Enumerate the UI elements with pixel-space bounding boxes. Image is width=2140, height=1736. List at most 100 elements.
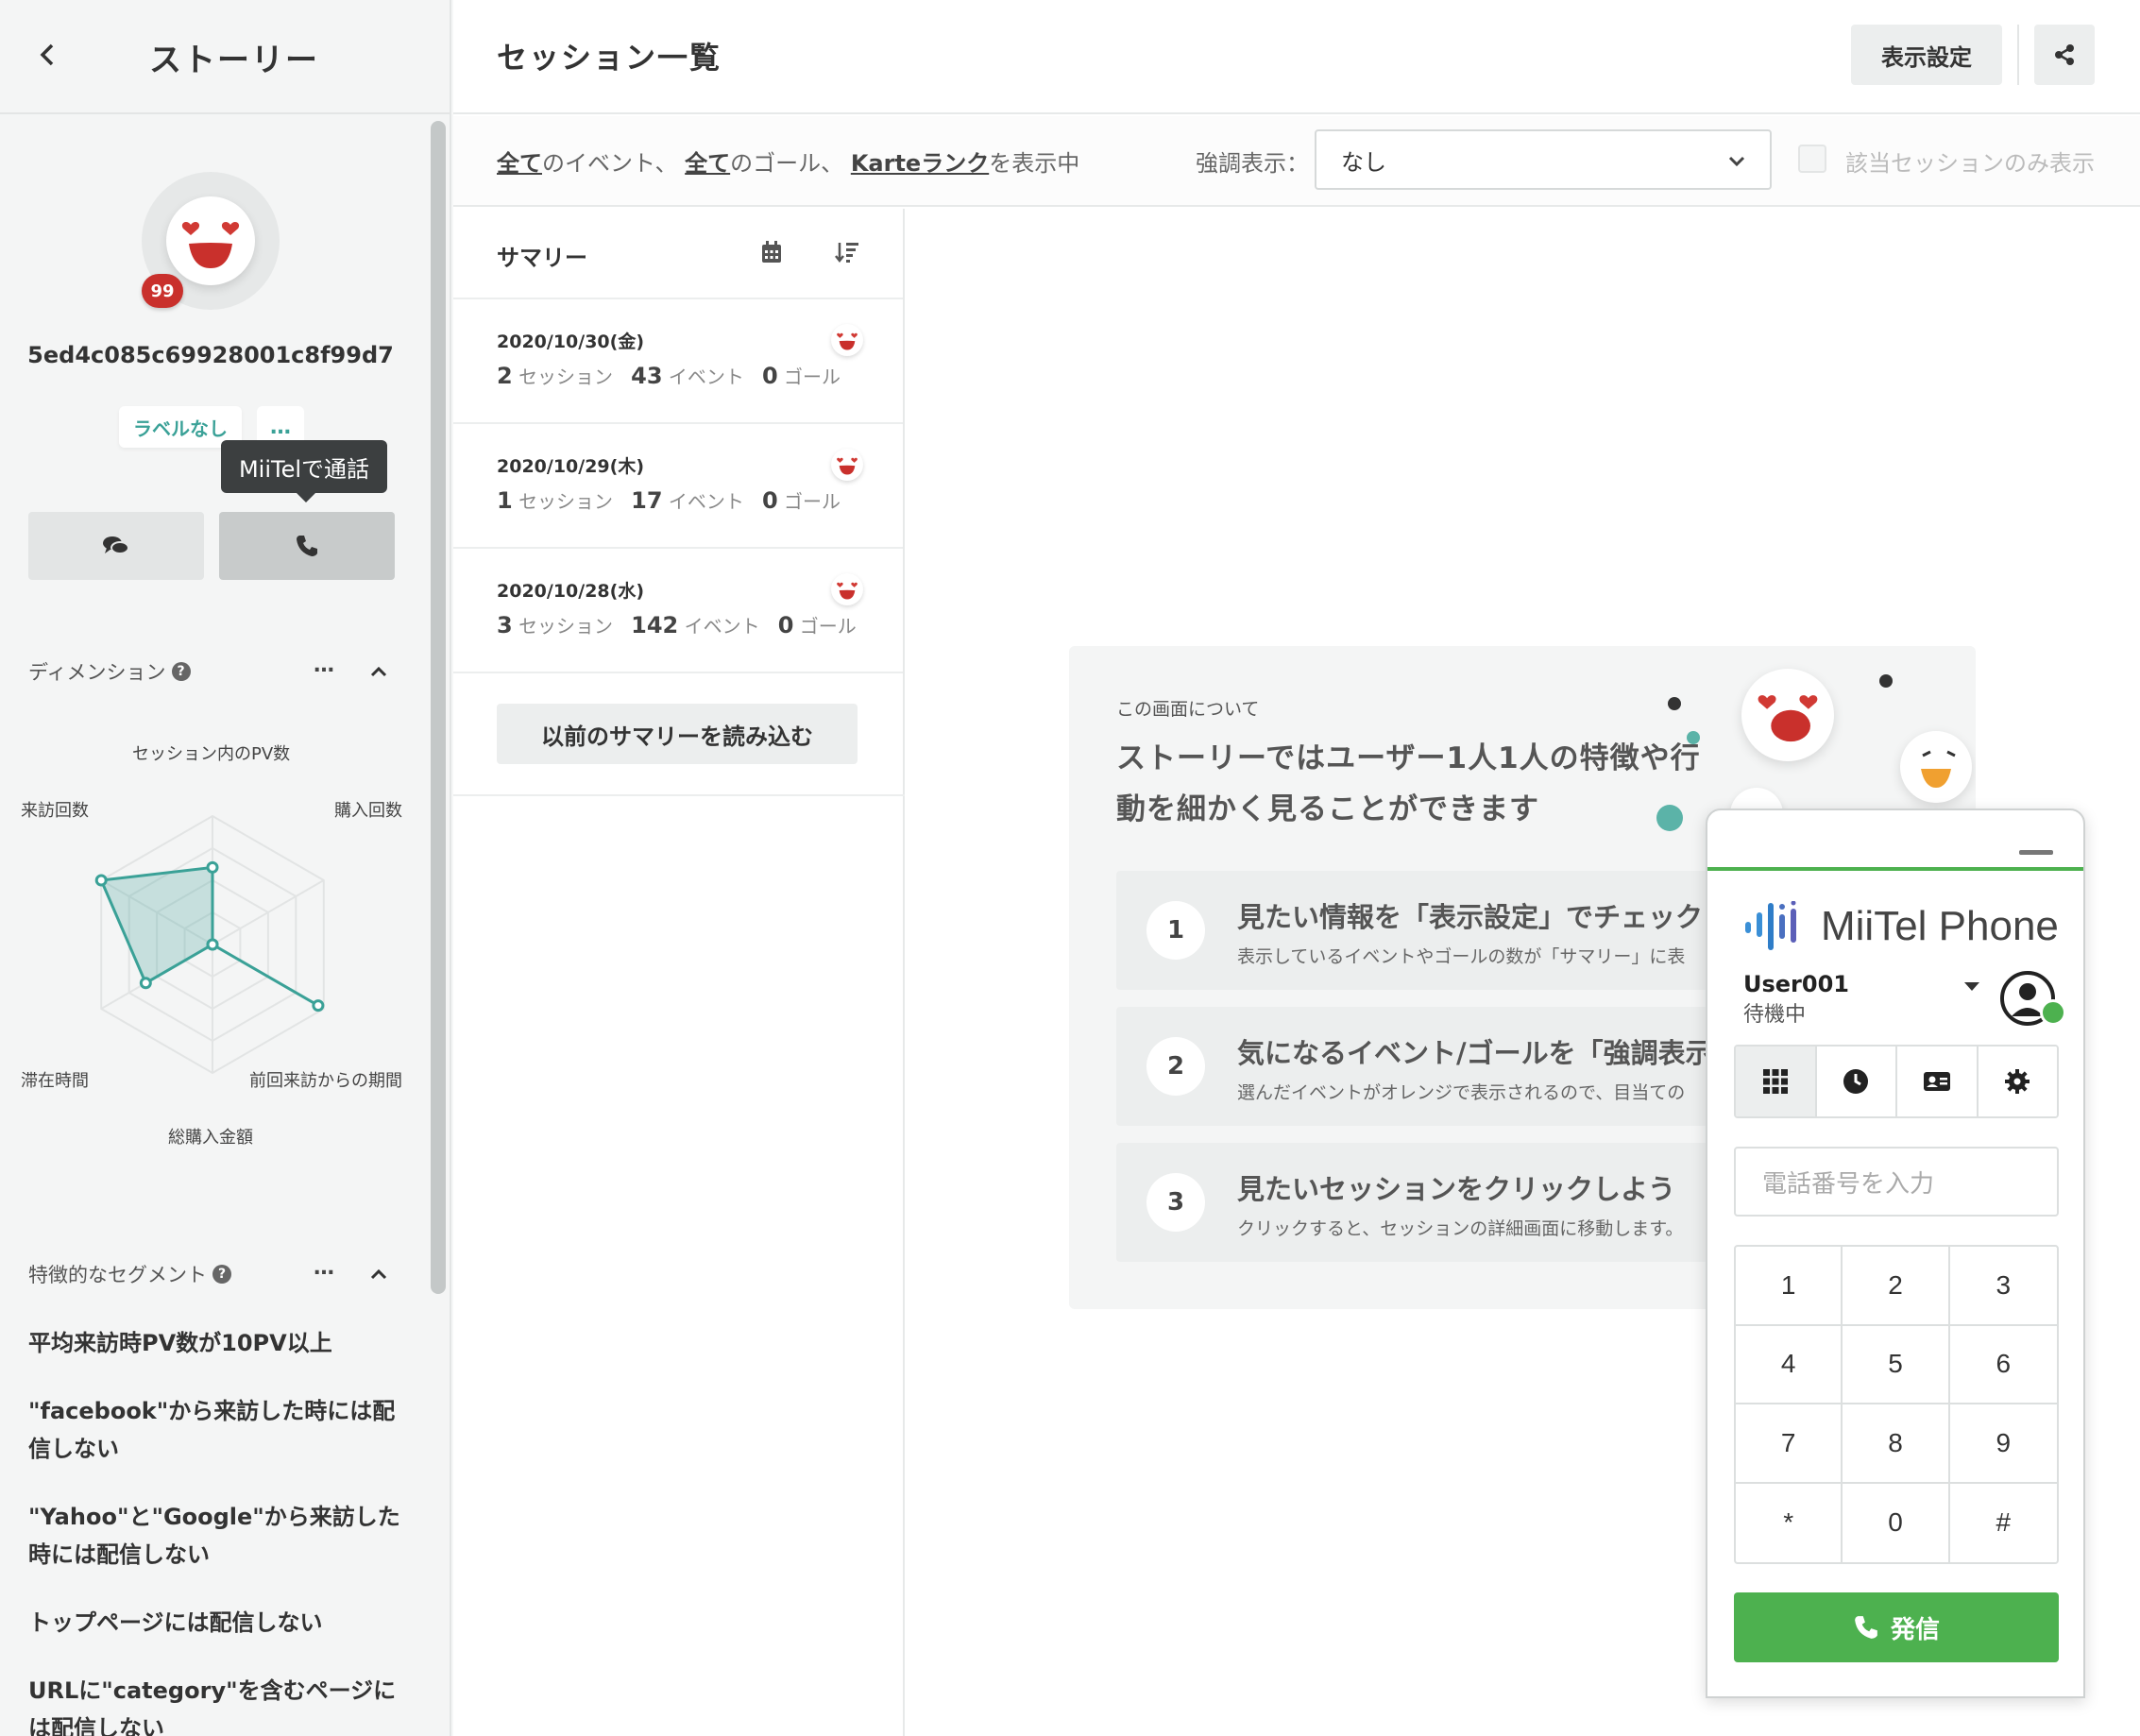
day-date: 2020/10/29(木) (497, 456, 645, 477)
key-9[interactable]: 9 (1949, 1404, 2057, 1484)
step-description: クリックすると、セッションの詳細画面に移動します。 (1237, 1218, 1684, 1239)
share-button[interactable] (2034, 25, 2095, 85)
minimize-button[interactable] (2019, 850, 2053, 855)
key-2[interactable]: 2 (1843, 1247, 1950, 1326)
load-previous-button[interactable]: 以前のサマリーを読み込む (497, 704, 858, 764)
dimension-menu-button[interactable]: … (314, 654, 334, 677)
story-sidebar: ストーリー 99 5ed4c085c69928001c8f99d7 ラベルなし … (0, 0, 451, 1736)
laughing-face-icon (1900, 731, 1972, 803)
back-button[interactable] (26, 34, 68, 76)
summary-day[interactable]: 2020/10/29(木) 1 セッション 17 イベント 0 ゴール (453, 424, 903, 549)
chat-button[interactable] (28, 512, 204, 580)
rank-filter-link[interactable]: Karteランク (851, 150, 989, 177)
heart-eyes-face-icon (831, 449, 863, 481)
segments-heading-text: 特徴的なセグメント (28, 1264, 207, 1286)
chevron-up-icon[interactable] (368, 661, 389, 682)
filter-text: のイベント、 (542, 150, 678, 177)
tab-history[interactable] (1816, 1047, 1897, 1116)
dial-keypad: 1 2 3 4 5 6 7 8 9 * 0 # (1734, 1245, 2059, 1564)
chevron-up-icon[interactable] (368, 1264, 389, 1285)
sidebar-scrollbar-thumb[interactable] (431, 121, 446, 1294)
day-stats: 3 セッション 142 イベント 0 ゴール (497, 612, 857, 638)
dial-call-label: 発信 (1890, 1615, 1940, 1644)
phone-number-input[interactable]: 電話番号を入力 (1734, 1147, 2059, 1217)
help-icon[interactable]: ? (171, 662, 191, 681)
key-0[interactable]: 0 (1843, 1483, 1950, 1562)
step-title: 見たい情報を「表示設定」でチェックし (1237, 901, 1731, 933)
summary-day[interactable]: 2020/10/28(水) 3 セッション 142 イベント 0 ゴール (453, 549, 903, 673)
step-description: 表示しているイベントやゴールの数が「サマリー」に表 (1237, 946, 1686, 967)
phone-user-status: 待機中 (1743, 1003, 1807, 1027)
step-number: 1 (1146, 901, 1205, 960)
main-header: セッション一覧 表示設定 (453, 0, 2140, 114)
tab-contacts[interactable] (1897, 1047, 1979, 1116)
summary-column: サマリー 2020/10/30(金) 2 セッション 43 イベント 0 ゴール… (453, 209, 905, 1736)
key-star[interactable]: * (1736, 1483, 1843, 1562)
sort-icon[interactable] (835, 241, 859, 264)
page-title: セッション一覧 (497, 40, 722, 76)
segments-heading: 特徴的なセグメント ? (28, 1260, 231, 1288)
key-6[interactable]: 6 (1949, 1326, 2057, 1404)
sidebar-title: ストーリー (149, 42, 319, 79)
header-divider (2017, 25, 2019, 85)
online-status-dot (2040, 999, 2066, 1026)
day-stats: 1 セッション 17 イベント 0 ゴール (497, 487, 841, 514)
only-matching-checkbox[interactable] (1798, 145, 1826, 173)
key-8[interactable]: 8 (1843, 1404, 1950, 1484)
phone-icon (1855, 1616, 1877, 1639)
clock-icon (1843, 1069, 1869, 1094)
radar-point (206, 938, 219, 951)
key-5[interactable]: 5 (1843, 1325, 1950, 1404)
call-tooltip: MiiTelで通話 (221, 440, 387, 502)
dimension-heading-text: ディメンション (28, 661, 166, 684)
step-number: 3 (1146, 1173, 1205, 1232)
key-hash[interactable]: # (1950, 1484, 2057, 1563)
phone-user-name: User001 (1743, 971, 1849, 997)
decor-dot (1668, 697, 1681, 710)
miitel-phone-widget: MiiTel Phone User001 待機中 電話番号を入力 1 2 3 4… (1706, 808, 2085, 1698)
notification-badge: 99 (142, 274, 183, 308)
dial-call-button[interactable]: 発信 (1734, 1592, 2059, 1662)
radar-point (312, 999, 325, 1013)
dimension-radar-chart (94, 814, 325, 1075)
display-settings-button[interactable]: 表示設定 (1851, 25, 2002, 85)
emphasis-select[interactable]: なし (1315, 129, 1772, 190)
key-3[interactable]: 3 (1949, 1247, 2057, 1326)
segments-menu-button[interactable]: … (314, 1256, 334, 1280)
heart-eyes-face-icon (166, 196, 255, 285)
segment-item: 平均来訪時PV数が10PV以上 (28, 1330, 332, 1356)
phone-tabbar (1734, 1045, 2059, 1118)
help-icon[interactable]: ? (212, 1265, 231, 1284)
events-filter-link[interactable]: 全て (497, 150, 542, 177)
contact-card-icon (1923, 1072, 1950, 1091)
phone-titlebar (1707, 810, 2083, 871)
status-dropdown-caret-icon[interactable] (1964, 982, 1979, 991)
radar-point (94, 874, 108, 887)
emphasis-label: 強調表示： (1196, 150, 1309, 177)
day-date: 2020/10/30(金) (497, 332, 645, 352)
call-button[interactable] (219, 512, 395, 580)
calendar-icon[interactable] (761, 241, 782, 264)
filter-bar: 全てのイベント、 全てのゴール、 Karteランクを表示中 強調表示： なし 該… (453, 116, 2140, 207)
key-7[interactable]: 7 (1736, 1404, 1843, 1484)
summary-day[interactable]: 2020/10/30(金) 2 セッション 43 イベント 0 ゴール (453, 299, 903, 424)
heart-eyes-face-icon (1741, 669, 1834, 761)
tab-keypad[interactable] (1736, 1047, 1817, 1116)
sidebar-header: ストーリー (0, 0, 450, 114)
radar-label-interval: 前回来訪からの期間 (249, 1071, 402, 1091)
heart-eyes-face-icon (831, 573, 863, 605)
user-id: 5ed4c085c69928001c8f99d7 (27, 342, 394, 368)
segment-item: トップページには配信しない (28, 1609, 323, 1636)
radar-label-purchases: 購入回数 (334, 801, 402, 821)
decor-dot (1879, 674, 1893, 688)
gear-icon (2005, 1069, 2030, 1094)
decor-dot (1656, 805, 1683, 831)
key-1[interactable]: 1 (1736, 1247, 1843, 1326)
key-4[interactable]: 4 (1736, 1325, 1843, 1404)
tab-settings[interactable] (1978, 1047, 2057, 1116)
decor-dot (1687, 731, 1700, 744)
about-title: ストーリーではユーザー1人1人の特徴や行動を細かく見ることができます (1116, 741, 1701, 826)
miitel-logo: MiiTel Phone (1743, 901, 2059, 952)
step-description: 選んだイベントがオレンジで表示されるので、目当ての (1237, 1082, 1686, 1103)
goals-filter-link[interactable]: 全て (685, 150, 730, 177)
